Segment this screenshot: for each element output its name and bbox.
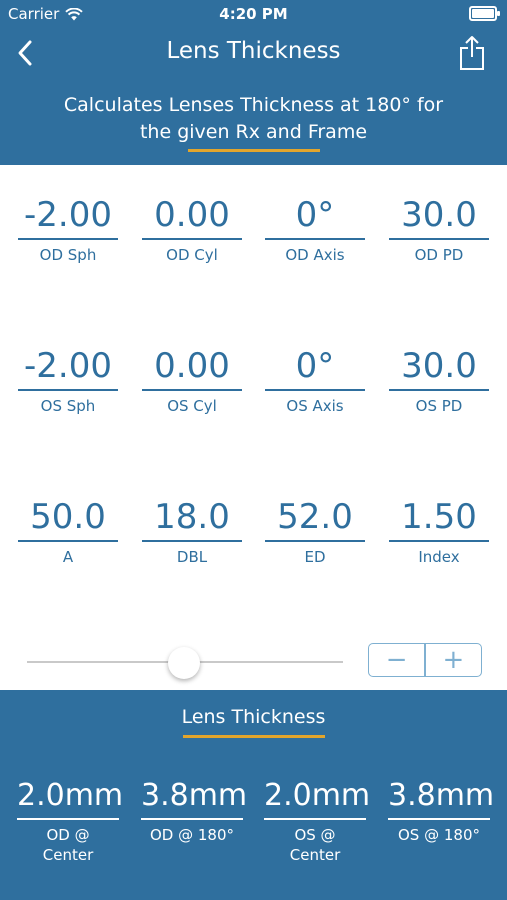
result-od-center: 2.0mm OD @ Center [17, 774, 124, 865]
ed-value[interactable]: 52.0 [265, 494, 365, 540]
dbl-label: DBL [176, 548, 208, 566]
index-label: Index [418, 548, 460, 566]
os-sph-field[interactable]: -2.00 OS Sph [18, 343, 118, 415]
share-icon [460, 36, 484, 70]
slider-thumb[interactable] [168, 647, 200, 679]
a-label: A [62, 548, 74, 566]
status-time: 4:20 PM [219, 5, 288, 23]
a-value[interactable]: 50.0 [18, 494, 118, 540]
os-cyl-label: OS Cyl [167, 397, 217, 415]
result-od-180: 3.8mm OD @ 180° [141, 774, 248, 845]
result-od-180-value: 3.8mm [141, 778, 248, 813]
od-cyl-value[interactable]: 0.00 [142, 192, 242, 238]
result-os-center-value: 2.0mm [264, 778, 371, 813]
index-value[interactable]: 1.50 [389, 494, 489, 540]
dbl-value[interactable]: 18.0 [142, 494, 242, 540]
index-field[interactable]: 1.50 Index [389, 494, 489, 566]
os-cyl-value[interactable]: 0.00 [142, 343, 242, 389]
os-axis-label: OS Axis [286, 397, 344, 415]
od-sph-value[interactable]: -2.00 [18, 192, 118, 238]
od-cyl-label: OD Cyl [166, 246, 218, 264]
result-os-180-value: 3.8mm [388, 778, 495, 813]
os-axis-value[interactable]: 0° [265, 343, 365, 389]
subtitle: Calculates Lenses Thickness at 180° for … [40, 92, 467, 146]
od-axis-field[interactable]: 0° OD Axis [265, 192, 365, 264]
od-pd-field[interactable]: 30.0 OD PD [389, 192, 489, 264]
od-pd-value[interactable]: 30.0 [389, 192, 489, 238]
stepper-plus-button[interactable]: + [426, 644, 481, 676]
od-sph-label: OD Sph [39, 246, 97, 264]
od-sph-field[interactable]: -2.00 OD Sph [18, 192, 118, 264]
subtitle-underline [188, 149, 320, 152]
result-od-180-label: OD @ 180° [149, 826, 235, 844]
header: Carrier 4:20 PM Lens Thickness Calculate… [0, 0, 507, 165]
od-axis-label: OD Axis [285, 246, 345, 264]
od-cyl-field[interactable]: 0.00 OD Cyl [142, 192, 242, 264]
ed-field[interactable]: 52.0 ED [265, 494, 365, 566]
os-pd-field[interactable]: 30.0 OS PD [389, 343, 489, 415]
os-cyl-field[interactable]: 0.00 OS Cyl [142, 343, 242, 415]
result-os-180: 3.8mm OS @ 180° [388, 774, 495, 845]
result-od-center-label: OD @ Center [42, 826, 94, 864]
dbl-field[interactable]: 18.0 DBL [142, 494, 242, 566]
subtitle-line-1: Calculates Lenses Thickness at 180° for [63, 94, 444, 116]
battery-icon [469, 6, 500, 21]
result-od-center-value: 2.0mm [17, 778, 124, 813]
od-axis-value[interactable]: 0° [265, 192, 365, 238]
os-pd-value[interactable]: 30.0 [389, 343, 489, 389]
results-panel: Lens Thickness 2.0mm OD @ Center 3.8mm O… [0, 690, 507, 900]
a-field[interactable]: 50.0 A [18, 494, 118, 566]
os-sph-label: OS Sph [40, 397, 96, 415]
stepper-minus-button[interactable]: − [369, 644, 424, 676]
od-pd-label: OD PD [414, 246, 464, 264]
ed-label: ED [304, 548, 326, 566]
nav-bar: Lens Thickness [0, 28, 507, 78]
os-sph-value[interactable]: -2.00 [18, 343, 118, 389]
os-axis-field[interactable]: 0° OS Axis [265, 343, 365, 415]
result-os-center-label: OS @ Center [289, 826, 341, 864]
os-pd-label: OS PD [415, 397, 463, 415]
result-os-center: 2.0mm OS @ Center [264, 774, 371, 865]
share-button[interactable] [457, 34, 487, 72]
status-bar: Carrier 4:20 PM [0, 0, 507, 28]
result-os-180-label: OS @ 180° [398, 826, 480, 844]
results-title: Lens Thickness [181, 706, 326, 728]
page-title: Lens Thickness [166, 38, 341, 64]
subtitle-line-2: the given Rx and Frame [139, 121, 368, 143]
results-underline [183, 735, 325, 738]
stepper[interactable]: − + [368, 643, 482, 677]
